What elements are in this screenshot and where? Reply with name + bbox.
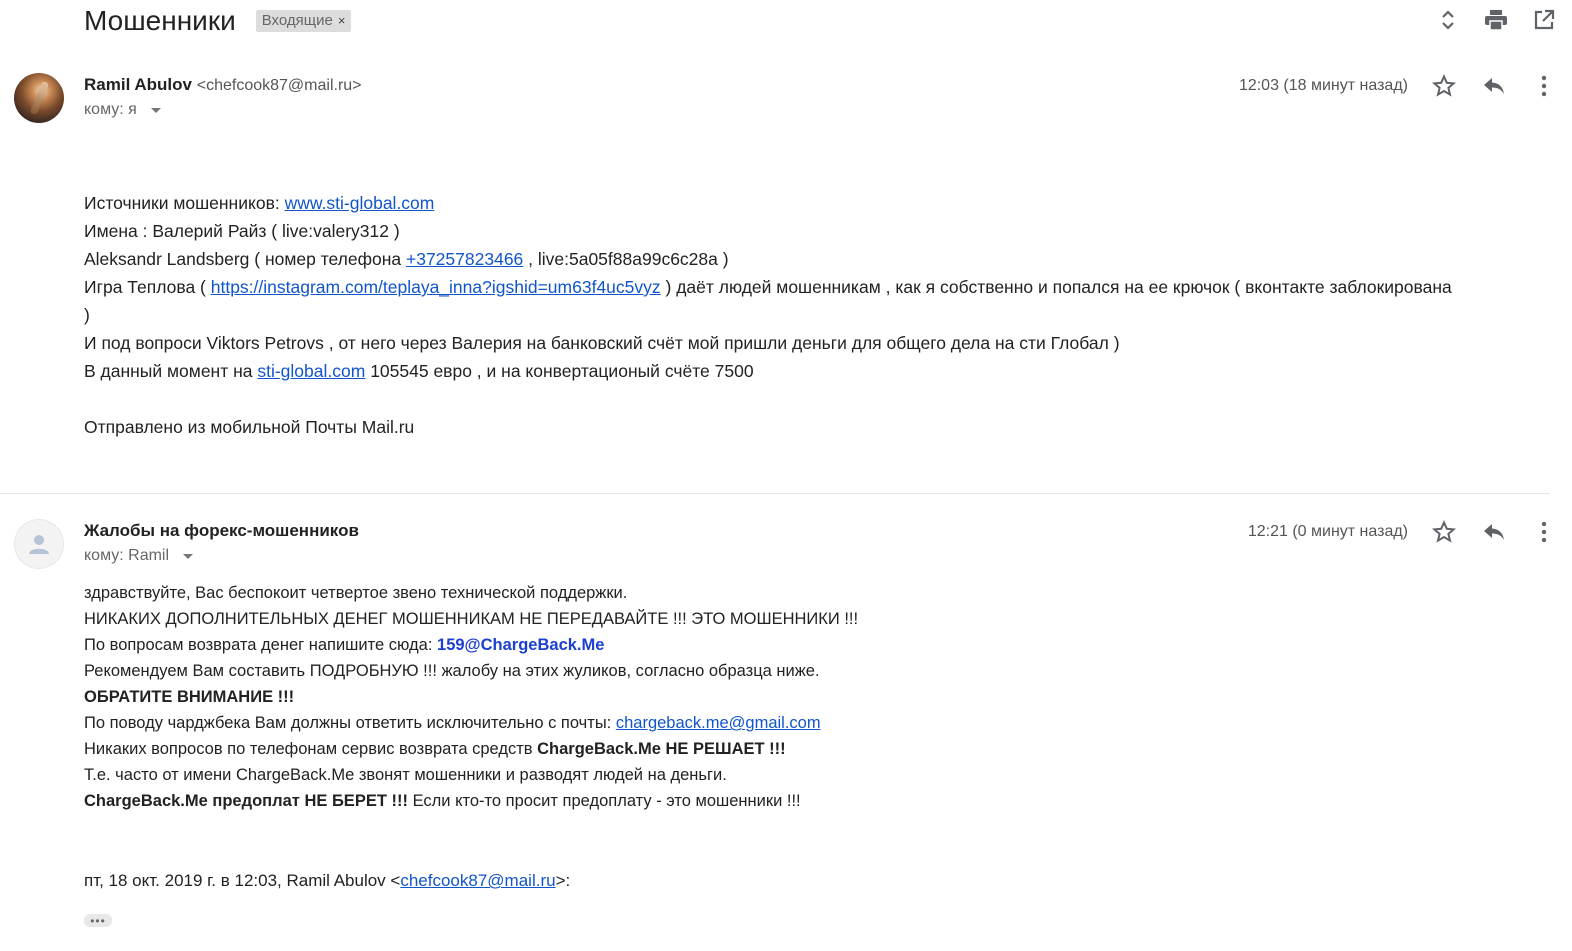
open-new-window-icon[interactable] [1530,6,1558,34]
message2-actions: 12:21 (0 минут назад) [1248,518,1558,546]
body-line: По вопросам возврата денег напишите сюда… [84,632,858,658]
instagram-link[interactable]: https://instagram.com/teplaya_inna?igshi… [211,277,661,297]
label-chip-text: Входящие [261,12,333,29]
body-line: И под вопроси Viktors Petrovs , от него … [84,333,1120,353]
body-text: Если кто-то просит предоплату - это моше… [407,792,801,810]
body-text: По поводу чарджбека Вам должны ответить … [84,714,616,732]
more-options-icon[interactable] [1530,72,1558,100]
show-trimmed-content-button[interactable]: ••• [84,914,112,927]
chevron-down-icon[interactable] [183,553,194,559]
body-line: Игра Теплова ( https://instagram.com/tep… [84,273,1454,329]
quoted-header: пт, 18 окт. 2019 г. в 12:03, Ramil Abulo… [84,871,570,891]
recipient-label: кому: я [84,101,137,118]
reply-icon[interactable] [1480,518,1508,546]
message1-actions: 12:03 (18 минут назад) [1239,72,1558,100]
body-line: Имена : Валерий Райз ( live:valery312 ) [84,221,400,241]
body-line: Aleksandr Landsberg ( номер телефона +37… [84,245,1454,273]
print-icon[interactable] [1482,6,1510,34]
body-bold-text: ChargeBack.Me НЕ РЕШАЕТ !!! [537,740,786,758]
signature: Отправлено из мобильной Почты Mail.ru [84,417,415,437]
message2-recipient[interactable]: кому: Ramil [84,547,194,565]
body-line: ChargeBack.Me предоплат НЕ БЕРЕТ !!! Есл… [84,788,858,814]
email-subject: Мошенники [84,5,236,36]
quote-text: пт, 18 окт. 2019 г. в 12:03, Ramil Abulo… [84,871,401,890]
body-link[interactable]: www.sti-global.com [285,193,435,213]
remove-label-icon[interactable]: × [338,13,346,28]
message1-sender-line: Ramil Abulov <chefcook87@mail.ru> [84,75,362,95]
body-line: Т.е. часто от имени ChargeBack.Me звонят… [84,766,727,784]
subject-row: Мошенники Входящие × [84,4,352,38]
chevron-down-icon[interactable] [150,107,161,113]
gmail-link[interactable]: chargeback.me@gmail.com [616,714,821,732]
sender-avatar[interactable] [14,73,64,123]
body-line: ОБРАТИТЕ ВНИМАНИЕ !!! [84,688,295,706]
body-text: , live:5a05f88a99c6c28a ) [523,249,729,269]
body-text: Никаких вопросов по телефонам сервис воз… [84,740,538,758]
person-icon [29,535,49,554]
body-line: В данный момент на sti-global.com 105545… [84,357,1454,385]
sender-name[interactable]: Ramil Abulov [84,75,192,94]
message-time: 12:21 (0 минут назад) [1247,523,1408,540]
body-text: Игра Теплова ( [84,277,211,297]
message2-sender-line: Жалобы на форекс-мошенников [84,521,359,541]
more-options-icon[interactable] [1530,518,1558,546]
sender-avatar-placeholder[interactable] [14,519,64,569]
inbox-label-chip[interactable]: Входящие × [255,10,352,32]
body-link[interactable]: sti-global.com [257,361,365,381]
message1-body: Источники мошенников: www.sti-global.com… [84,189,1454,441]
star-icon[interactable] [1430,518,1458,546]
support-email-link[interactable]: 159@ChargeBack.Me [437,636,604,654]
message1-recipient[interactable]: кому: я [84,101,161,119]
sender-name[interactable]: Жалобы на форекс-мошенников [84,521,359,540]
body-text: 105545 евро , и на конвертационый счёте … [365,361,754,381]
body-text: По вопросам возврата денег напишите сюда… [84,636,438,654]
body-line: Источники мошенников: www.sti-global.com [84,189,1454,217]
body-line: НИКАКИХ ДОПОЛНИТЕЛЬНЫХ ДЕНЕГ МОШЕННИКАМ … [84,610,859,628]
message-divider [0,493,1550,494]
thread-actions [1434,6,1558,34]
recipient-label: кому: Ramil [84,547,170,564]
message-time: 12:03 (18 минут назад) [1238,77,1408,94]
body-text: Источники мошенников: [84,193,285,213]
body-bold-text: ChargeBack.Me предоплат НЕ БЕРЕТ !!! [84,792,408,810]
phone-link[interactable]: +37257823466 [406,249,523,269]
star-icon[interactable] [1430,72,1458,100]
sender-email: <chefcook87@mail.ru> [196,77,362,94]
body-line: Рекомендуем Вам составить ПОДРОБНУЮ !!! … [84,662,820,680]
reply-icon[interactable] [1480,72,1508,100]
body-line: По поводу чарджбека Вам должны ответить … [84,710,858,736]
message2-body: здравствуйте, Вас беспокоит четвертое зв… [84,580,858,814]
body-line: Никаких вопросов по телефонам сервис воз… [84,736,858,762]
expand-collapse-icon[interactable] [1434,6,1462,34]
quote-text: >: [555,871,571,890]
body-text: В данный момент на [84,361,258,381]
body-text: Aleksandr Landsberg ( номер телефона [84,249,406,269]
body-line: здравствуйте, Вас беспокоит четвертое зв… [84,584,628,602]
quote-email-link[interactable]: chefcook87@mail.ru [400,871,555,890]
